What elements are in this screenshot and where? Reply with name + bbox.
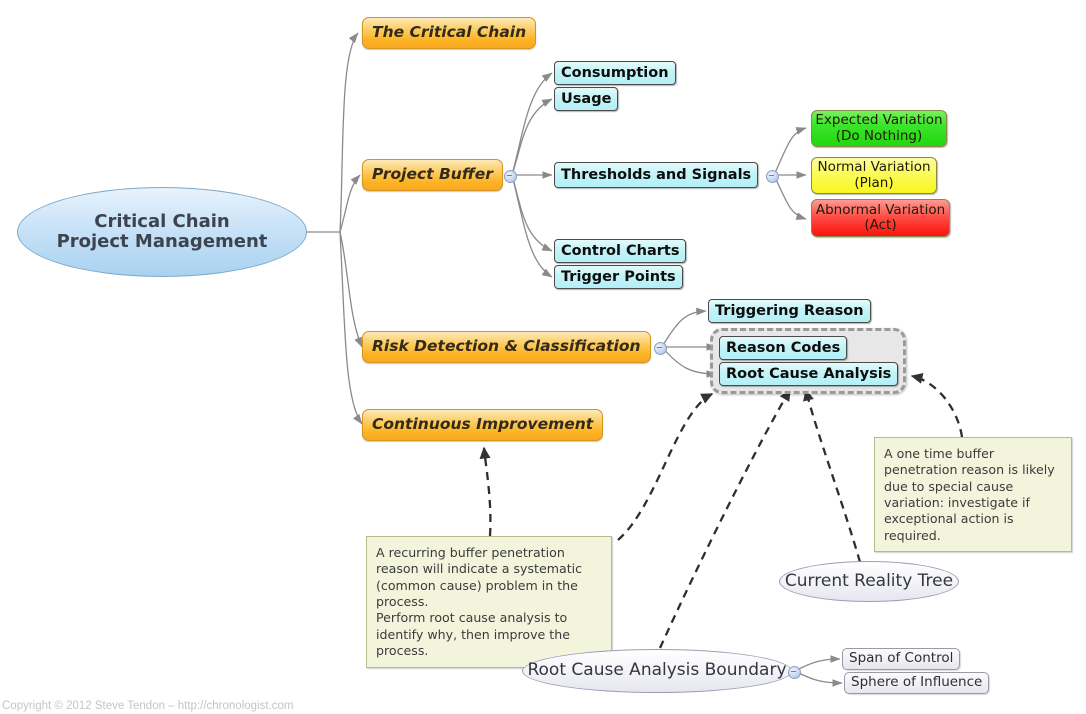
branch-project-buffer[interactable]: Project Buffer: [362, 159, 503, 191]
node-label: Root Cause Analysis Boundary: [527, 660, 787, 681]
node-root-cause-analysis[interactable]: Root Cause Analysis: [719, 362, 899, 386]
node-span-of-control[interactable]: Span of Control: [842, 648, 961, 670]
node-root-cause-analysis-boundary[interactable]: Root Cause Analysis Boundary: [522, 649, 792, 693]
node-usage[interactable]: Usage: [554, 87, 619, 111]
variation-name: Expected Variation: [815, 112, 943, 129]
branch-continuous-improvement[interactable]: Continuous Improvement: [362, 409, 604, 441]
branch-label: The Critical Chain: [372, 23, 527, 42]
branch-label: Continuous Improvement: [372, 415, 594, 434]
copyright-notice: Copyright © 2012 Steve Tendon – http://c…: [2, 700, 294, 712]
node-label: Current Reality Tree: [784, 570, 954, 591]
node-label: Usage: [561, 90, 612, 107]
mindmap-canvas: Critical Chain Project Management The Cr…: [0, 0, 1086, 714]
variation-name: Normal Variation: [817, 159, 931, 176]
node-label: Trigger Points: [561, 268, 676, 285]
node-triggering-reason[interactable]: Triggering Reason: [708, 299, 871, 323]
collapse-handle-project-buffer[interactable]: [504, 170, 517, 183]
root-node-critical-chain-project-management[interactable]: Critical Chain Project Management: [17, 187, 307, 277]
collapse-handle-risk-detection[interactable]: [654, 342, 667, 355]
variation-action: (Do Nothing): [835, 127, 923, 144]
node-label: Sphere of Influence: [851, 674, 983, 691]
node-reason-codes[interactable]: Reason Codes: [719, 336, 848, 360]
branch-risk-detection-classification[interactable]: Risk Detection & Classification: [362, 331, 651, 363]
root-node-label: Critical Chain Project Management: [56, 210, 268, 252]
branch-the-critical-chain[interactable]: The Critical Chain: [362, 17, 537, 49]
node-normal-variation[interactable]: Normal Variation (Plan): [811, 157, 937, 194]
node-label: Span of Control: [849, 650, 954, 667]
node-label: Consumption: [561, 64, 669, 81]
node-label: Triggering Reason: [715, 302, 864, 319]
node-label: Thresholds and Signals: [561, 166, 752, 183]
branch-label: Project Buffer: [372, 165, 493, 184]
node-consumption[interactable]: Consumption: [554, 61, 676, 85]
note-recurring-buffer-penetration[interactable]: A recurring buffer penetration reason wi…: [366, 536, 612, 668]
node-sphere-of-influence[interactable]: Sphere of Influence: [844, 672, 990, 694]
node-label: Root Cause Analysis: [726, 365, 892, 382]
collapse-handle-thresholds[interactable]: [766, 170, 779, 183]
node-thresholds-and-signals[interactable]: Thresholds and Signals: [554, 162, 759, 188]
note-one-time-buffer-penetration[interactable]: A one time buffer penetration reason is …: [874, 437, 1072, 553]
node-trigger-points[interactable]: Trigger Points: [554, 265, 683, 289]
variation-action: (Act): [864, 217, 897, 233]
collapse-handle-rca-boundary[interactable]: [788, 666, 801, 679]
branch-label: Risk Detection & Classification: [372, 337, 641, 356]
variation-name: Abnormal Variation: [815, 201, 946, 218]
node-label: Reason Codes: [726, 339, 841, 356]
node-label: Control Charts: [561, 242, 680, 259]
node-current-reality-tree[interactable]: Current Reality Tree: [779, 561, 959, 602]
node-expected-variation[interactable]: Expected Variation (Do Nothing): [811, 110, 947, 147]
node-abnormal-variation[interactable]: Abnormal Variation (Act): [811, 199, 950, 237]
variation-action: (Plan): [854, 174, 894, 191]
node-control-charts[interactable]: Control Charts: [554, 239, 687, 263]
